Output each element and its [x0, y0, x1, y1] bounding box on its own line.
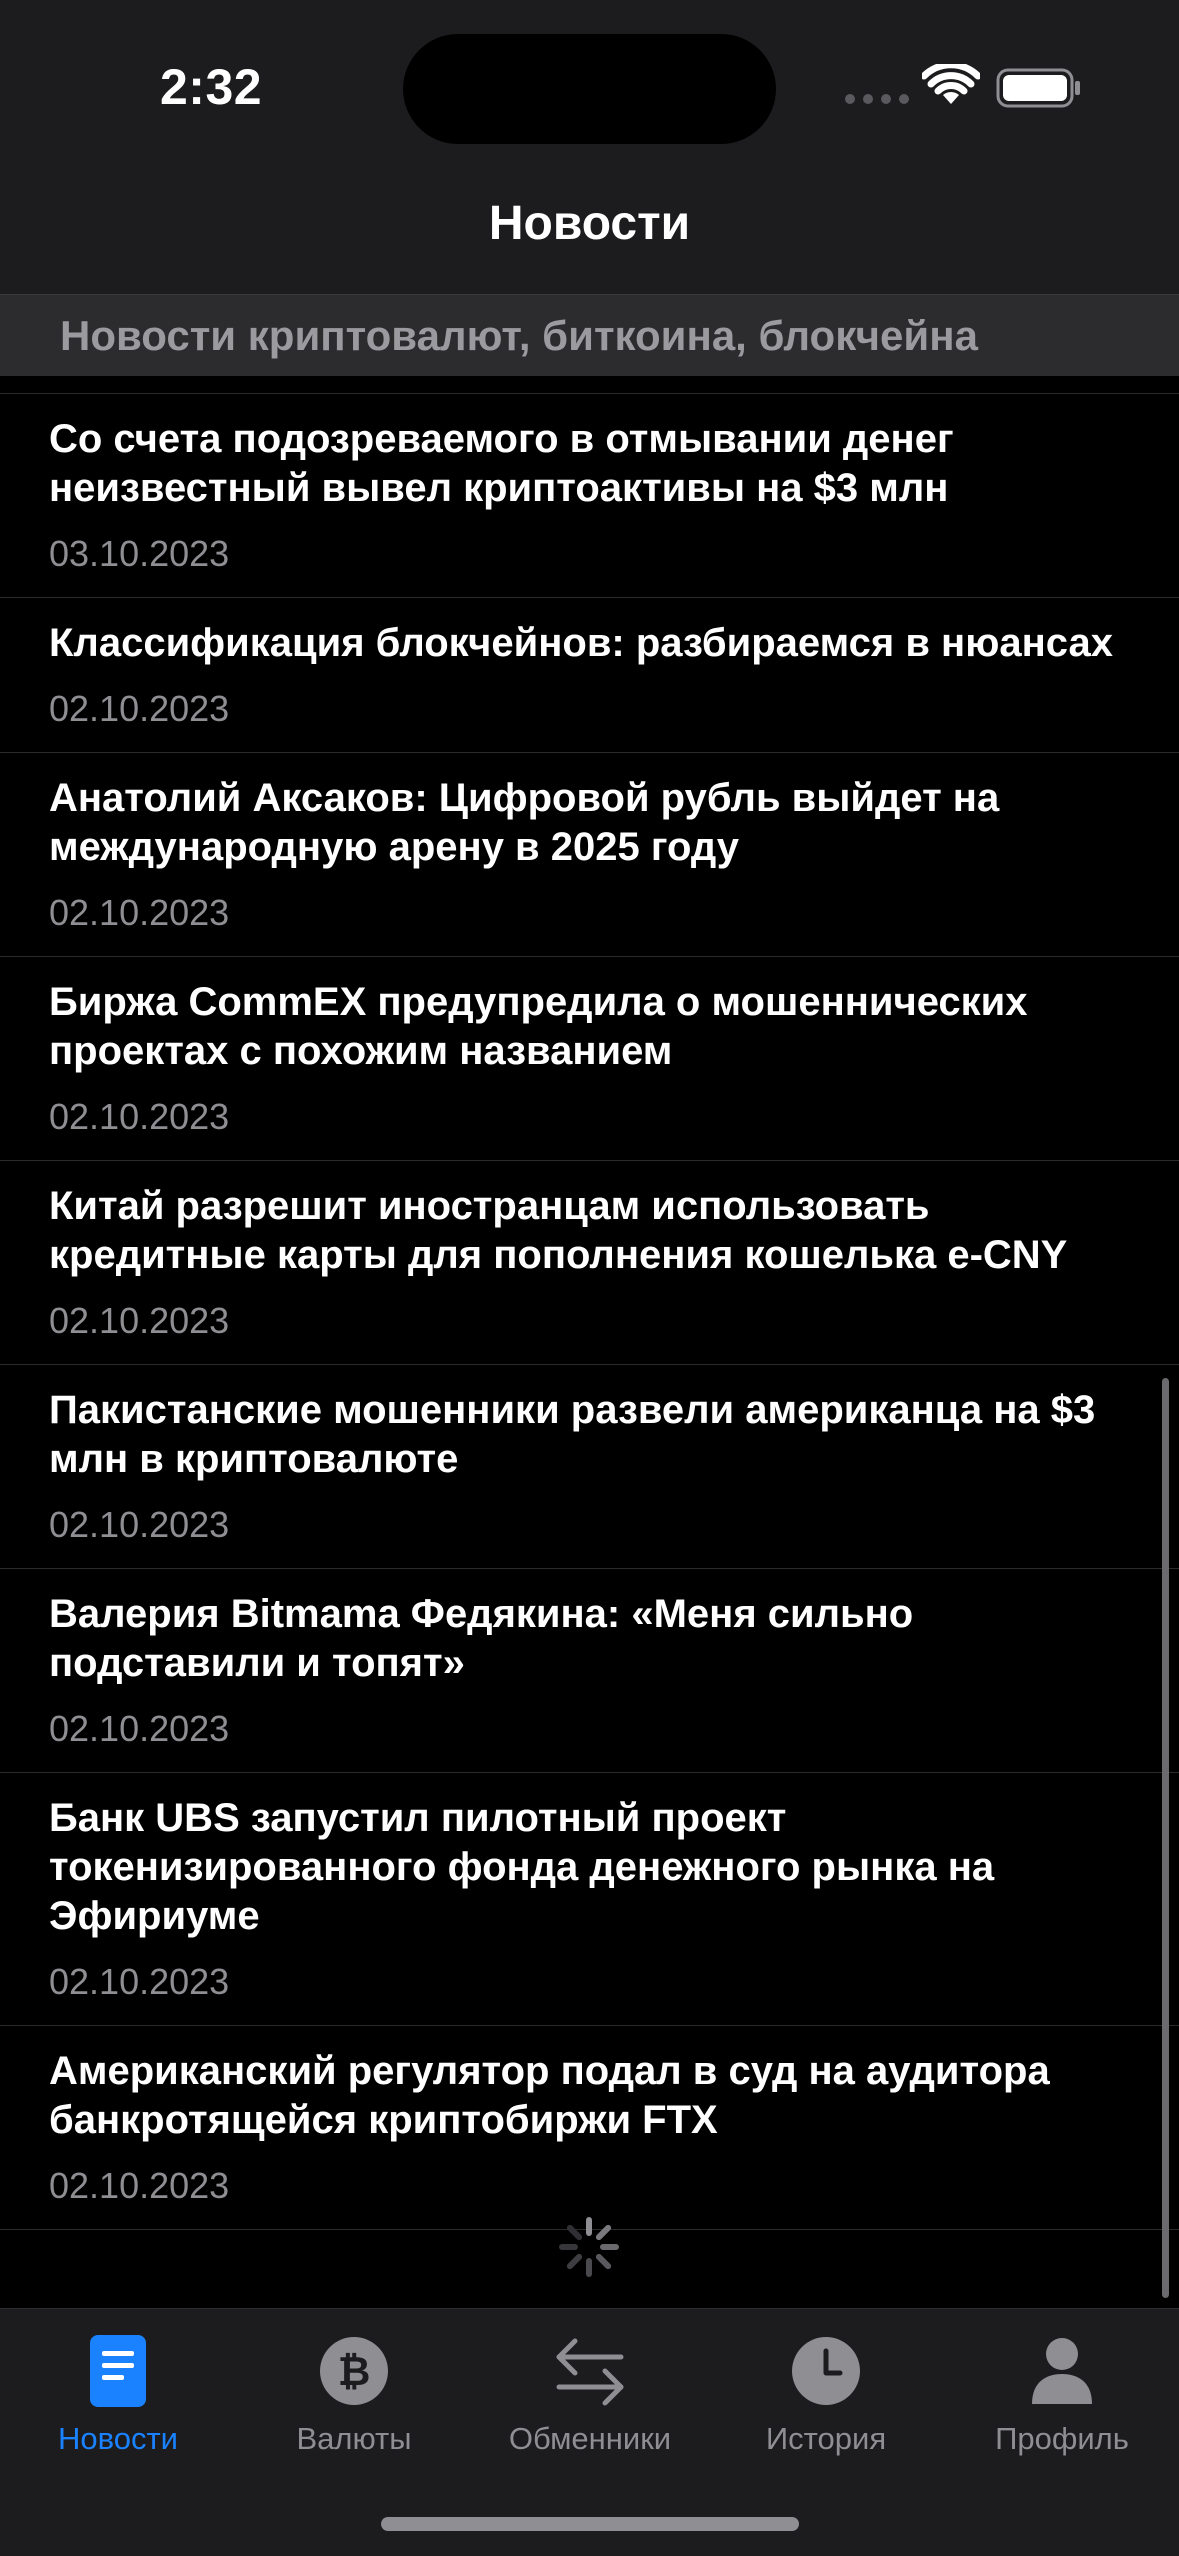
news-item[interactable]: Банк UBS запустил пилотный проект токени…	[0, 1772, 1179, 2025]
news-date: 02.10.2023	[49, 1504, 230, 1545]
tab-label: Обменники	[508, 2421, 672, 2456]
tab-label: Новости	[57, 2421, 178, 2456]
news-date: 02.10.2023	[49, 688, 230, 729]
battery-icon	[996, 68, 1080, 108]
news-item[interactable]: Пакистанские мошенники развели американц…	[0, 1364, 1179, 1568]
svg-text:₿: ₿	[338, 2349, 371, 2395]
news-date: 03.10.2023	[49, 533, 230, 574]
tab-currencies[interactable]: ₿ Валюты	[236, 2309, 472, 2479]
news-date: 02.10.2023	[49, 892, 230, 933]
news-title: Валерия Bitmama Федякина: «Меня сильно п…	[49, 1592, 914, 1685]
news-item[interactable]: Американский регулятор подал в суд на ау…	[0, 2025, 1179, 2229]
top-bar: 2:32 Новости	[0, 0, 1179, 294]
news-title: Анатолий Аксаков: Цифровой рубль выйдет …	[49, 776, 1000, 869]
status-time: 2:32	[160, 59, 263, 115]
news-title: Со счета подозреваемого в отмывании дене…	[49, 417, 954, 510]
news-item[interactable]: Валерия Bitmama Федякина: «Меня сильно п…	[0, 1568, 1179, 1772]
news-title: Классификация блокчейнов: разбираемся в …	[49, 621, 1114, 665]
news-title: Американский регулятор подал в суд на ау…	[49, 2049, 1050, 2142]
news-item[interactable]: Анатолий Аксаков: Цифровой рубль выйдет …	[0, 752, 1179, 956]
scrollbar[interactable]	[1162, 1378, 1169, 2298]
exchange-arrows-icon	[550, 2331, 630, 2411]
tab-profile[interactable]: Профиль	[944, 2309, 1179, 2479]
tab-bar: Новости ₿ Валюты Обменники История Профи…	[0, 2308, 1179, 2556]
section-header: Новости криптовалют, биткоина, блокчейна	[0, 294, 1179, 376]
news-date: 02.10.2023	[49, 1300, 230, 1341]
news-item[interactable]: Классификация блокчейнов: разбираемся в …	[0, 597, 1179, 752]
tab-history[interactable]: История	[708, 2309, 944, 2479]
home-indicator[interactable]	[381, 2517, 799, 2531]
news-item[interactable]: Биржа CommEX предупредила о мошеннически…	[0, 956, 1179, 1160]
screen: 2:32 Новости Новости криптовалют, биткои…	[0, 0, 1179, 2556]
news-date: 02.10.2023	[49, 1096, 230, 1137]
wifi-icon	[922, 64, 980, 104]
tab-label: Профиль	[995, 2421, 1129, 2456]
news-date: 02.10.2023	[49, 1961, 230, 2002]
news-icon	[78, 2331, 158, 2411]
news-list[interactable]: Со счета подозреваемого в отмывании дене…	[0, 376, 1179, 2230]
tab-exchangers[interactable]: Обменники	[472, 2309, 708, 2479]
news-item[interactable]: Со счета подозреваемого в отмывании дене…	[0, 393, 1179, 597]
news-title: Банк UBS запустил пилотный проект токени…	[49, 1796, 995, 1938]
news-date: 02.10.2023	[49, 1708, 230, 1749]
news-title: Китай разрешит иностранцам использовать …	[49, 1184, 1068, 1277]
tab-label: Валюты	[296, 2421, 412, 2456]
clock-icon	[786, 2331, 866, 2411]
news-item[interactable]: Китай разрешит иностранцам использовать …	[0, 1160, 1179, 1364]
tab-label: История	[765, 2421, 887, 2456]
dynamic-island	[403, 34, 776, 144]
bitcoin-icon: ₿	[314, 2331, 394, 2411]
news-title: Биржа CommEX предупредила о мошеннически…	[49, 980, 1028, 1073]
loading-spinner-icon	[559, 2217, 619, 2277]
page-title: Новости	[488, 197, 691, 250]
news-title: Пакистанские мошенники развели американц…	[49, 1388, 1096, 1481]
cellular-signal-icon	[845, 94, 909, 104]
tab-news[interactable]: Новости	[0, 2309, 236, 2479]
person-icon	[1022, 2331, 1102, 2411]
